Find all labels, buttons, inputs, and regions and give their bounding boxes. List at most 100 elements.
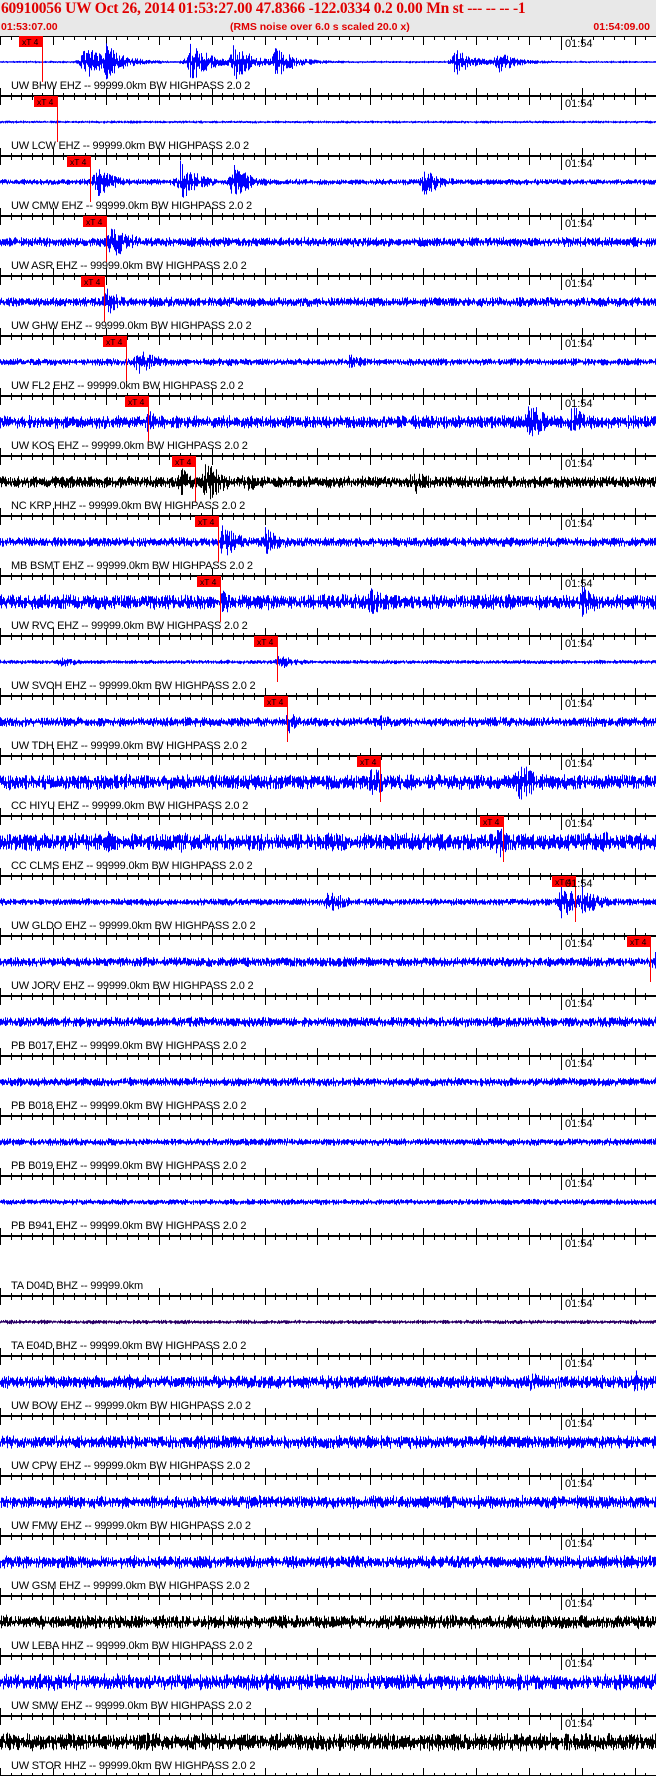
waveform xyxy=(0,828,656,858)
pick-label: xT 4 xyxy=(37,97,54,107)
trace-panel[interactable]: 01:54 UW LEBA HHZ -- 99999.0km BW HIGHPAS… xyxy=(0,1596,656,1656)
station-label: PB B941 EHZ -- 99999.0km BW HIGHPASS 2.0… xyxy=(11,1220,247,1232)
trace-panel[interactable]: xT 4 01:54 UW JORV EHZ -- 99999.0km BW HIG… xyxy=(0,936,656,996)
minute-label: 01:54 xyxy=(565,1718,593,1730)
station-label: UW RVC EHZ -- 99999.0km BW HIGHPASS 2.0 … xyxy=(11,620,248,632)
trace-panel[interactable]: xT 4 01:54 UW GLDO EHZ -- 99999.0km BW HIG… xyxy=(0,876,656,936)
trace-panel[interactable]: 01:54 UW CPW EHZ -- 99999.0km BW HIGHPASS… xyxy=(0,1416,656,1476)
window-start-time: 01:53:07.00 xyxy=(1,21,58,33)
station-label: UW LEBA HHZ -- 99999.0km BW HIGHPASS 2.0… xyxy=(11,1640,253,1652)
event-title: 60910056 UW Oct 26, 2014 01:53:27.00 47.… xyxy=(1,0,526,17)
trace-panel[interactable]: 01:54 UW FMW EHZ -- 99999.0km BW HIGHPASS… xyxy=(0,1476,656,1536)
minute-label: 01:54 xyxy=(565,38,593,50)
station-label: UW GHW EHZ -- 99999.0km BW HIGHPASS 2.0 … xyxy=(11,320,252,332)
trace-panel[interactable]: xT 4 01:54 CC CLMS EHZ -- 99999.0km BW HIG… xyxy=(0,816,656,876)
station-label: UW CMW EHZ -- 99999.0km BW HIGHPASS 2.0 … xyxy=(11,200,252,212)
station-label: CC HIYU EHZ -- 99999.0km BW HIGHPASS 2.0… xyxy=(11,800,249,812)
trace-panel[interactable]: 01:54 PB B018 EHZ -- 99999.0km BW HIGHPAS… xyxy=(0,1056,656,1116)
trace-panel[interactable]: 01:54 PB B017 EHZ -- 99999.0km BW HIGHPAS… xyxy=(0,996,656,1056)
pick-label: xT 4 xyxy=(483,817,500,827)
minute-label: 01:54 xyxy=(565,1598,593,1610)
trace-panel[interactable]: 01:54 PB B019 EHZ -- 99999.0km BW HIGHPAS… xyxy=(0,1116,656,1176)
trace-panel[interactable]: 01:54 UW SMW EHZ -- 99999.0km BW HIGHPASS… xyxy=(0,1656,656,1716)
pick-label: xT 4 xyxy=(84,277,101,287)
minute-label: 01:54 xyxy=(565,1058,593,1070)
station-label: UW BOW EHZ -- 99999.0km BW HIGHPASS 2.0 … xyxy=(11,1400,251,1412)
station-label: UW KOS EHZ -- 99999.0km BW HIGHPASS 2.0 … xyxy=(11,440,248,452)
station-label: TA D04D BHZ -- 99999.0km xyxy=(11,1280,143,1292)
trace-panel[interactable]: xT 4 01:54 UW CMW EHZ -- 99999.0km BW HIGH… xyxy=(0,156,656,216)
trace-panel[interactable]: xT 4 01:54 UW ASR EHZ -- 99999.0km BW HIGH… xyxy=(0,216,656,276)
minute-label: 01:54 xyxy=(565,1358,593,1370)
station-label: MB BSMT EHZ -- 99999.0km BW HIGHPASS 2.0… xyxy=(11,560,253,572)
station-label: UW GLDO EHZ -- 99999.0km BW HIGHPASS 2.0… xyxy=(11,920,256,932)
trace-panel[interactable]: xT 4 01:54 UW BHW EHZ -- 99999.0km BW HIGH… xyxy=(0,36,656,96)
minute-label: 01:54 xyxy=(565,398,593,410)
waveform xyxy=(0,351,656,374)
rms-scaling-note: (RMS noise over 6.0 s scaled 20.0 x) xyxy=(230,21,410,33)
minute-label: 01:54 xyxy=(565,218,593,230)
minute-label: 01:54 xyxy=(565,578,593,590)
waveform xyxy=(0,43,656,80)
waveform xyxy=(0,585,656,617)
pick-label: xT 4 xyxy=(630,937,647,947)
trace-panel[interactable]: xT 4 01:54 UW RVC EHZ -- 99999.0km BW HIGH… xyxy=(0,576,656,636)
minute-label: 01:54 xyxy=(565,278,593,290)
trace-panel[interactable]: xT 4 01:54 UW LCW EHZ -- 99999.0km BW HIGH… xyxy=(0,96,656,156)
waveform xyxy=(0,656,656,668)
waveform xyxy=(0,1319,656,1325)
waveform xyxy=(0,1732,656,1752)
station-label: UW FMW EHZ -- 99999.0km BW HIGHPASS 2.0 … xyxy=(11,1520,251,1532)
minute-label: 01:54 xyxy=(565,518,593,530)
minute-label: 01:54 xyxy=(565,98,593,110)
waveform xyxy=(0,1198,656,1206)
waveform xyxy=(0,1138,656,1146)
station-label: PB B018 EHZ -- 99999.0km BW HIGHPASS 2.0… xyxy=(11,1100,247,1112)
trace-panel[interactable]: 01:54 UW GSM EHZ -- 99999.0km BW HIGHPASS… xyxy=(0,1536,656,1596)
trace-panel[interactable]: 01:54 UW BOW EHZ -- 99999.0km BW HIGHPASS… xyxy=(0,1356,656,1416)
pick-label: xT 4 xyxy=(175,457,192,467)
waveform xyxy=(0,288,656,314)
waveform xyxy=(0,714,656,734)
station-label: UW GSM EHZ -- 99999.0km BW HIGHPASS 2.0 … xyxy=(11,1580,250,1592)
station-label: PB B017 EHZ -- 99999.0km BW HIGHPASS 2.0… xyxy=(11,1040,247,1052)
pick-label: xT 4 xyxy=(267,697,284,707)
trace-panel[interactable]: xT 4 01:54 CC HIYU EHZ -- 99999.0km BW HIG… xyxy=(0,756,656,816)
waveform xyxy=(0,766,656,800)
minute-label: 01:54 xyxy=(565,698,593,710)
trace-panel[interactable]: 01:54 UW STOR HHZ -- 99999.0km BW HIGHPAS… xyxy=(0,1716,656,1776)
trace-panel[interactable]: xT 4 01:54 UW SVOH EHZ -- 99999.0km BW HIG… xyxy=(0,636,656,696)
trace-panel[interactable]: xT 4 01:54 UW GHW EHZ -- 99999.0km BW HIGH… xyxy=(0,276,656,336)
waveform xyxy=(0,1077,656,1087)
waveform xyxy=(0,120,656,124)
station-label: TA E04D BHZ -- 99999.0km BW HIGHPASS 2.0… xyxy=(11,1340,247,1352)
pick-label: xT 4 xyxy=(86,217,103,227)
minute-label: 01:54 xyxy=(565,638,593,650)
station-label: UW ASR EHZ -- 99999.0km BW HIGHPASS 2.0 … xyxy=(11,260,247,272)
minute-label: 01:54 xyxy=(565,458,593,470)
trace-panel[interactable]: 01:54 PB B941 EHZ -- 99999.0km BW HIGHPAS… xyxy=(0,1176,656,1236)
record-header: 60910056 UW Oct 26, 2014 01:53:27.00 47.… xyxy=(0,0,656,36)
trace-panel[interactable]: xT 4 01:54 UW FL2 EHZ -- 99999.0km BW HIGH… xyxy=(0,336,656,396)
station-label: UW BHW EHZ -- 99999.0km BW HIGHPASS 2.0 … xyxy=(11,80,251,92)
trace-panel[interactable]: 01:54 TA D04D BHZ -- 99999.0km xyxy=(0,1236,656,1296)
minute-label: 01:54 xyxy=(565,158,593,170)
waveform xyxy=(0,1016,656,1028)
trace-panel[interactable]: xT 4 01:54 UW TDH EHZ -- 99999.0km BW HIGH… xyxy=(0,696,656,756)
station-label: UW SVOH EHZ -- 99999.0km BW HIGHPASS 2.0… xyxy=(11,680,256,692)
minute-label: 01:54 xyxy=(565,878,593,890)
pick-label: xT 4 xyxy=(22,37,39,47)
trace-panel[interactable]: xT 4 01:54 UW KOS EHZ -- 99999.0km BW HIGH… xyxy=(0,396,656,456)
trace-panel[interactable]: 01:54 TA E04D BHZ -- 99999.0km BW HIGHPAS… xyxy=(0,1296,656,1356)
minute-label: 01:54 xyxy=(565,818,593,830)
minute-label: 01:54 xyxy=(565,1178,593,1190)
station-label: NC KRP HHZ -- 99999.0km BW HIGHPASS 2.0 … xyxy=(11,500,246,512)
trace-panel[interactable]: xT 4 01:54 MB BSMT EHZ -- 99999.0km BW HIG… xyxy=(0,516,656,576)
minute-label: 01:54 xyxy=(565,998,593,1010)
waveform xyxy=(0,1673,656,1691)
waveform xyxy=(0,160,656,198)
pick-label: xT 4 xyxy=(128,397,145,407)
waveform xyxy=(0,952,656,969)
trace-panel[interactable]: xT 4 01:54 NC KRP HHZ -- 99999.0km BW HIGH… xyxy=(0,456,656,516)
seismogram-traces[interactable]: xT 4 01:54 UW BHW EHZ -- 99999.0km BW HIGH… xyxy=(0,36,656,1778)
